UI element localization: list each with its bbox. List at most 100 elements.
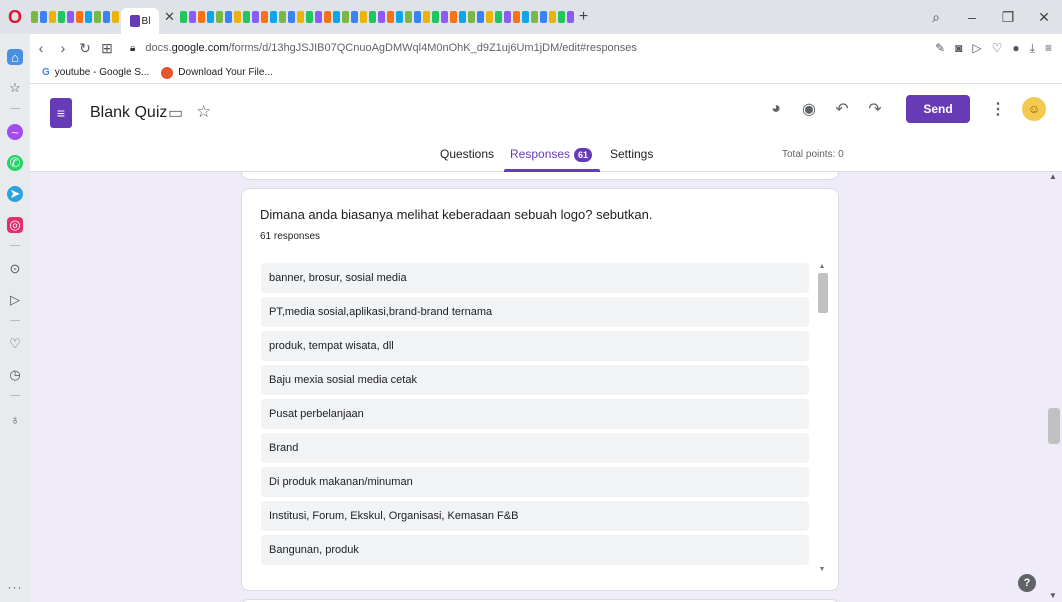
star-outline-icon[interactable]: ☆ (7, 80, 23, 96)
url-field[interactable]: 🔒︎ docs. google.com/forms/d/13hgJSJIB07QC… (130, 42, 637, 54)
minimize-icon[interactable]: – (954, 9, 990, 25)
send-flow-icon[interactable]: ▷ (7, 292, 23, 308)
browser-tab[interactable] (530, 11, 538, 23)
browser-tab[interactable] (404, 11, 412, 23)
lightbulb-icon[interactable]: ♁ (7, 411, 23, 427)
browser-tab[interactable] (557, 11, 565, 23)
close-tab-icon[interactable]: ✕ (164, 9, 175, 25)
browser-tab[interactable] (31, 11, 38, 23)
search-tabs-icon[interactable]: ⌕ (918, 9, 954, 26)
redo-icon[interactable]: ↷ (864, 99, 886, 119)
browser-tab[interactable] (503, 11, 511, 23)
browser-tab[interactable] (287, 11, 295, 23)
help-icon[interactable]: ? (1018, 574, 1036, 592)
scroll-thumb[interactable] (818, 273, 828, 313)
browser-tab[interactable] (94, 11, 101, 23)
browser-tab[interactable] (512, 11, 520, 23)
browser-tab[interactable] (476, 11, 484, 23)
browser-tab[interactable] (440, 11, 448, 23)
tab-questions[interactable]: Questions (440, 147, 494, 161)
browser-tab[interactable] (58, 11, 65, 23)
browser-tab[interactable] (188, 11, 196, 23)
sidebar-more-icon[interactable]: ··· (8, 580, 23, 594)
browser-tab[interactable] (359, 11, 367, 23)
browser-tab[interactable] (332, 11, 340, 23)
preview-eye-icon[interactable]: ◉ (798, 99, 820, 119)
answer-list[interactable]: banner, brosur, sosial media PT,media sos… (261, 263, 809, 569)
browser-tab[interactable] (467, 11, 475, 23)
browser-tab[interactable] (323, 11, 331, 23)
new-tab-icon[interactable]: + (579, 8, 588, 26)
browser-tab[interactable] (224, 11, 232, 23)
menu-icon[interactable]: ≡ (1045, 41, 1052, 56)
tabs-grid-icon[interactable]: ⊞ (96, 40, 118, 57)
browser-tab[interactable] (368, 11, 376, 23)
browser-tab[interactable] (566, 11, 574, 23)
profile-icon[interactable]: ● (1012, 41, 1019, 56)
browser-tab[interactable] (269, 11, 277, 23)
browser-tab[interactable] (341, 11, 349, 23)
google-forms-logo-icon[interactable]: ≡ (50, 98, 72, 128)
browser-tab[interactable] (67, 11, 74, 23)
browser-tab[interactable] (296, 11, 304, 23)
browser-tab[interactable] (548, 11, 556, 23)
bookmark-youtube[interactable]: G youtube - Google S... (42, 67, 149, 78)
browser-tab[interactable] (215, 11, 223, 23)
download-icon[interactable]: ⤓ (1030, 41, 1035, 56)
form-title[interactable]: Blank Quiz (90, 104, 167, 122)
history-icon[interactable]: ◷ (7, 367, 23, 383)
browser-tab[interactable] (197, 11, 205, 23)
browser-tab[interactable] (314, 11, 322, 23)
heart-icon[interactable]: ♡ (992, 41, 1003, 56)
restore-icon[interactable]: ❐ (990, 9, 1026, 26)
browser-tab[interactable] (521, 11, 529, 23)
browser-tab[interactable] (49, 11, 56, 23)
browser-tab[interactable] (386, 11, 394, 23)
browser-tab[interactable] (103, 11, 110, 23)
browser-tab[interactable] (413, 11, 421, 23)
forward-icon[interactable]: › (52, 40, 74, 56)
browser-tab[interactable] (395, 11, 403, 23)
tab-responses[interactable]: Responses 61 (510, 147, 593, 162)
browser-tab[interactable] (422, 11, 430, 23)
scroll-up-icon[interactable]: ▲ (817, 263, 827, 270)
browser-tab-active[interactable]: Bl (121, 8, 159, 34)
telegram-icon[interactable]: ➤ (7, 186, 23, 202)
tab-settings[interactable]: Settings (610, 147, 653, 161)
instagram-icon[interactable]: ◎ (7, 217, 23, 233)
player-icon[interactable]: ⊙ (7, 261, 23, 277)
edit-icon[interactable]: ✎ (935, 41, 945, 56)
page-scroll-thumb[interactable] (1048, 408, 1060, 444)
opera-logo-icon[interactable]: O (0, 0, 30, 34)
browser-tab[interactable] (206, 11, 214, 23)
messenger-icon[interactable]: ~ (7, 124, 23, 140)
browser-tab[interactable] (85, 11, 92, 23)
browser-tab[interactable] (251, 11, 259, 23)
snapshot-icon[interactable]: ◙ (955, 41, 962, 56)
browser-tab[interactable] (112, 11, 119, 23)
reload-icon[interactable]: ↻ (74, 40, 96, 57)
page-scrollbar[interactable]: ▲ ▼ (1046, 172, 1062, 602)
whatsapp-icon[interactable]: ✆ (7, 155, 23, 171)
back-icon[interactable]: ‹ (30, 40, 52, 56)
browser-tab[interactable] (431, 11, 439, 23)
browser-tab[interactable] (40, 11, 47, 23)
browser-tab[interactable] (494, 11, 502, 23)
browser-tab[interactable] (278, 11, 286, 23)
close-window-icon[interactable]: ✕ (1026, 9, 1062, 26)
folder-icon[interactable]: ▭ (168, 103, 183, 123)
browser-tab[interactable] (377, 11, 385, 23)
browser-tab[interactable] (485, 11, 493, 23)
scroll-down-icon[interactable]: ▼ (817, 566, 827, 573)
star-icon[interactable]: ☆ (196, 102, 211, 122)
undo-icon[interactable]: ↶ (831, 99, 853, 119)
browser-tab[interactable] (233, 11, 241, 23)
browser-tab[interactable] (305, 11, 313, 23)
browser-tab[interactable] (260, 11, 268, 23)
page-scroll-up-icon[interactable]: ▲ (1049, 172, 1057, 181)
heart-icon[interactable]: ♡ (7, 336, 23, 352)
browser-tab[interactable] (242, 11, 250, 23)
browser-tab[interactable] (539, 11, 547, 23)
more-vert-icon[interactable]: ⋮ (988, 99, 1008, 119)
send-button[interactable]: Send (906, 95, 970, 123)
